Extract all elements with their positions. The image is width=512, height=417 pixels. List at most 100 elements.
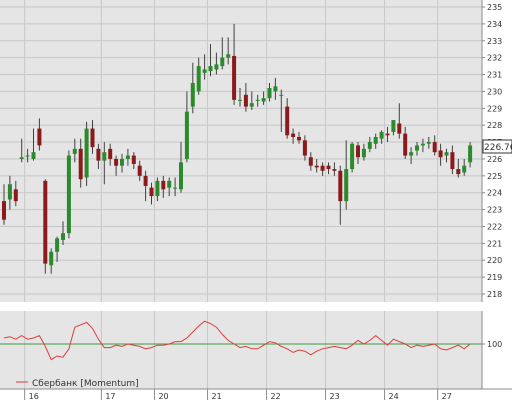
candle-body — [37, 128, 42, 146]
time-axis-band — [0, 389, 512, 413]
legend: Сбербанк [Momentum] — [16, 379, 139, 389]
candle-body — [25, 155, 30, 157]
candle-body — [415, 145, 419, 151]
price-tick-label: 222 — [487, 222, 502, 231]
candle-body — [84, 128, 89, 178]
candle-body — [379, 131, 384, 139]
chart-canvas[interactable]: 2182192202212222232242252262272282292302… — [0, 0, 512, 413]
last-price-tag: 226.76 — [482, 139, 512, 154]
candle-body — [373, 136, 378, 144]
price-tick-label: 219 — [487, 273, 502, 282]
candle-body — [7, 184, 12, 200]
chart-window: 2182192202212222232242252262272282292302… — [0, 0, 512, 413]
candle-body — [55, 238, 60, 252]
candle-body — [137, 165, 142, 176]
price-tick-label: 226 — [487, 155, 502, 164]
price-tick-label: 230 — [487, 87, 502, 96]
candle-body — [332, 169, 337, 171]
candle-body — [214, 64, 219, 70]
time-tick-label: 17 — [105, 392, 115, 401]
candle-body — [78, 148, 83, 180]
candle-body — [432, 142, 437, 153]
candle-body — [2, 201, 6, 220]
candle-body — [161, 180, 166, 190]
candle-body — [120, 158, 124, 166]
momentum-plot-area[interactable] — [0, 311, 482, 389]
candle-body — [143, 175, 148, 186]
legend-label: Сбербанк [Momentum] — [32, 379, 139, 389]
candle-body — [391, 120, 396, 132]
candle-body — [173, 187, 178, 189]
candle-body — [249, 103, 254, 107]
time-tick-label: 23 — [330, 392, 340, 401]
candle-body — [444, 152, 449, 156]
candle-body — [232, 55, 237, 100]
candle-body — [426, 142, 431, 144]
candle-body — [450, 152, 455, 170]
candle-body — [19, 157, 24, 159]
candle-body — [208, 66, 213, 72]
candle-body — [320, 165, 325, 171]
candle-body — [149, 187, 154, 197]
candle-body — [356, 145, 360, 158]
price-tick-label: 225 — [487, 172, 502, 181]
candle-body — [167, 180, 172, 188]
candle-body — [409, 152, 414, 156]
candle — [84, 121, 89, 186]
candle-body — [397, 123, 402, 134]
candle-body — [308, 157, 313, 166]
candle-body — [285, 106, 290, 136]
candle-body — [255, 99, 260, 101]
momentum-tick-label: 100 — [487, 340, 502, 349]
candle-body — [297, 136, 301, 141]
time-tick-label: 27 — [442, 392, 452, 401]
candle-body — [314, 165, 319, 168]
candle-body — [273, 86, 278, 92]
candle-body — [43, 180, 48, 264]
candle-body — [226, 54, 231, 58]
candle-body — [49, 251, 54, 266]
candle-body — [456, 169, 461, 175]
price-tick-label: 233 — [487, 37, 502, 46]
candle-body — [291, 133, 296, 137]
candle — [43, 179, 48, 274]
time-tick-label: 24 — [389, 392, 399, 401]
candle-body — [350, 143, 355, 170]
price-tick-label: 235 — [487, 3, 502, 12]
candle-body — [108, 148, 113, 159]
price-tick-label: 234 — [487, 20, 502, 29]
candle-body — [155, 180, 160, 197]
candle-body — [72, 148, 77, 154]
candle-body — [361, 148, 366, 158]
price-tick-label: 218 — [487, 290, 502, 299]
candle-body — [96, 148, 101, 161]
candle-body — [190, 82, 195, 107]
candle-body — [462, 165, 467, 173]
price-plot-area[interactable] — [0, 0, 482, 302]
candle-body — [13, 189, 18, 202]
candle-body — [179, 162, 183, 190]
price-tick-label: 221 — [487, 239, 502, 248]
candle-body — [114, 158, 119, 166]
candle-body — [367, 142, 372, 149]
candle — [66, 150, 71, 239]
candle-body — [131, 155, 136, 165]
price-tick-label: 229 — [487, 104, 502, 113]
candle-body — [326, 165, 331, 170]
candle-body — [238, 99, 242, 101]
candle-body — [267, 88, 272, 99]
candle-body — [403, 133, 408, 156]
candle-body — [243, 94, 248, 107]
candle-body — [468, 145, 473, 163]
candle-body — [90, 128, 95, 148]
price-tick-label: 232 — [487, 54, 502, 63]
candle-body — [61, 233, 65, 240]
candle-body — [261, 98, 266, 102]
candle-body — [385, 133, 390, 136]
candle-body — [66, 155, 71, 234]
candle-body — [220, 57, 225, 67]
candle-body — [279, 94, 284, 96]
time-tick-label: 16 — [29, 392, 39, 401]
price-tick-label: 228 — [487, 121, 502, 130]
last-price-label: 226.76 — [484, 143, 512, 153]
